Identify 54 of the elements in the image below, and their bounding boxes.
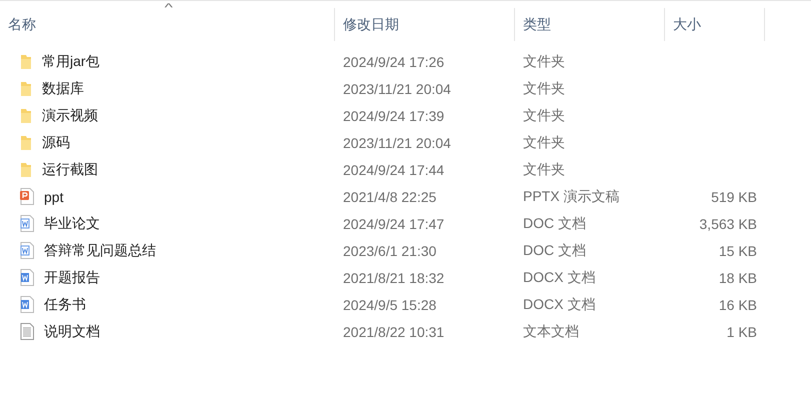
word-document-icon [20, 215, 34, 232]
modified-date: 2021/8/22 10:31 [342, 324, 446, 340]
file-size: 15 KB [718, 242, 757, 258]
file-size: 3,563 KB [698, 216, 757, 232]
column-header[interactable]: 大小 [665, 8, 765, 41]
file-name[interactable]: 开题报告 [44, 268, 100, 286]
modified-date: 2021/8/21 18:32 [342, 270, 446, 286]
file-type: 文件夹 [522, 80, 566, 98]
folder-icon [20, 134, 32, 150]
file-name[interactable]: 数据库 [42, 80, 84, 98]
modified-date: 2024/9/24 17:47 [342, 216, 446, 232]
word-document-icon [20, 269, 34, 286]
folder-icon [20, 108, 32, 124]
folder-icon [20, 162, 32, 178]
file-size: 519 KB [710, 188, 757, 204]
file-type: 文本文档 [522, 322, 580, 340]
word-document-icon [20, 296, 34, 313]
file-type: 文件夹 [522, 52, 566, 70]
presentation-file-icon [20, 188, 34, 205]
file-type: PPTX 演示文稿 [522, 188, 620, 206]
file-type: DOC 文档 [522, 214, 587, 232]
file-type: DOCX 文档 [522, 296, 596, 314]
file-name[interactable]: 运行截图 [42, 160, 98, 178]
file-name[interactable]: 常用jar包 [42, 52, 100, 70]
file-size: 16 KB [718, 296, 757, 312]
file-name[interactable]: ppt [44, 188, 64, 204]
modified-date: 2023/11/21 20:04 [342, 134, 452, 150]
file-type: DOCX 文档 [522, 268, 596, 286]
file-name[interactable]: 毕业论文 [44, 214, 100, 232]
modified-date: 2021/4/8 22:25 [342, 188, 438, 204]
word-document-icon [20, 242, 34, 259]
sort-indicator: ^ [164, 2, 173, 14]
modified-date: 2023/6/1 21:30 [342, 242, 438, 258]
column-header[interactable]: 类型 [515, 8, 665, 41]
modified-date: 2024/9/24 17:39 [342, 108, 446, 124]
modified-date: 2024/9/5 15:28 [342, 296, 438, 312]
file-size: 18 KB [718, 270, 757, 286]
column-header[interactable]: 修改日期 [335, 8, 515, 41]
folder-icon [20, 80, 32, 96]
file-name[interactable]: 源码 [42, 134, 70, 152]
file-type: 文件夹 [522, 160, 566, 178]
folder-icon [20, 54, 32, 70]
modified-date: 2024/9/24 17:44 [342, 162, 446, 178]
file-type: DOC 文档 [522, 242, 587, 260]
file-type: 文件夹 [522, 106, 566, 124]
text-file-icon [20, 323, 34, 340]
file-name[interactable]: 说明文档 [44, 322, 100, 340]
file-type: 文件夹 [522, 134, 566, 152]
file-name[interactable]: 答辩常见问题总结 [44, 242, 156, 260]
modified-date: 2023/11/21 20:04 [342, 80, 452, 96]
modified-date: 2024/9/24 17:26 [342, 54, 446, 70]
file-name[interactable]: 演示视频 [42, 106, 98, 124]
file-size: 1 KB [726, 324, 757, 340]
file-name[interactable]: 任务书 [44, 296, 86, 314]
